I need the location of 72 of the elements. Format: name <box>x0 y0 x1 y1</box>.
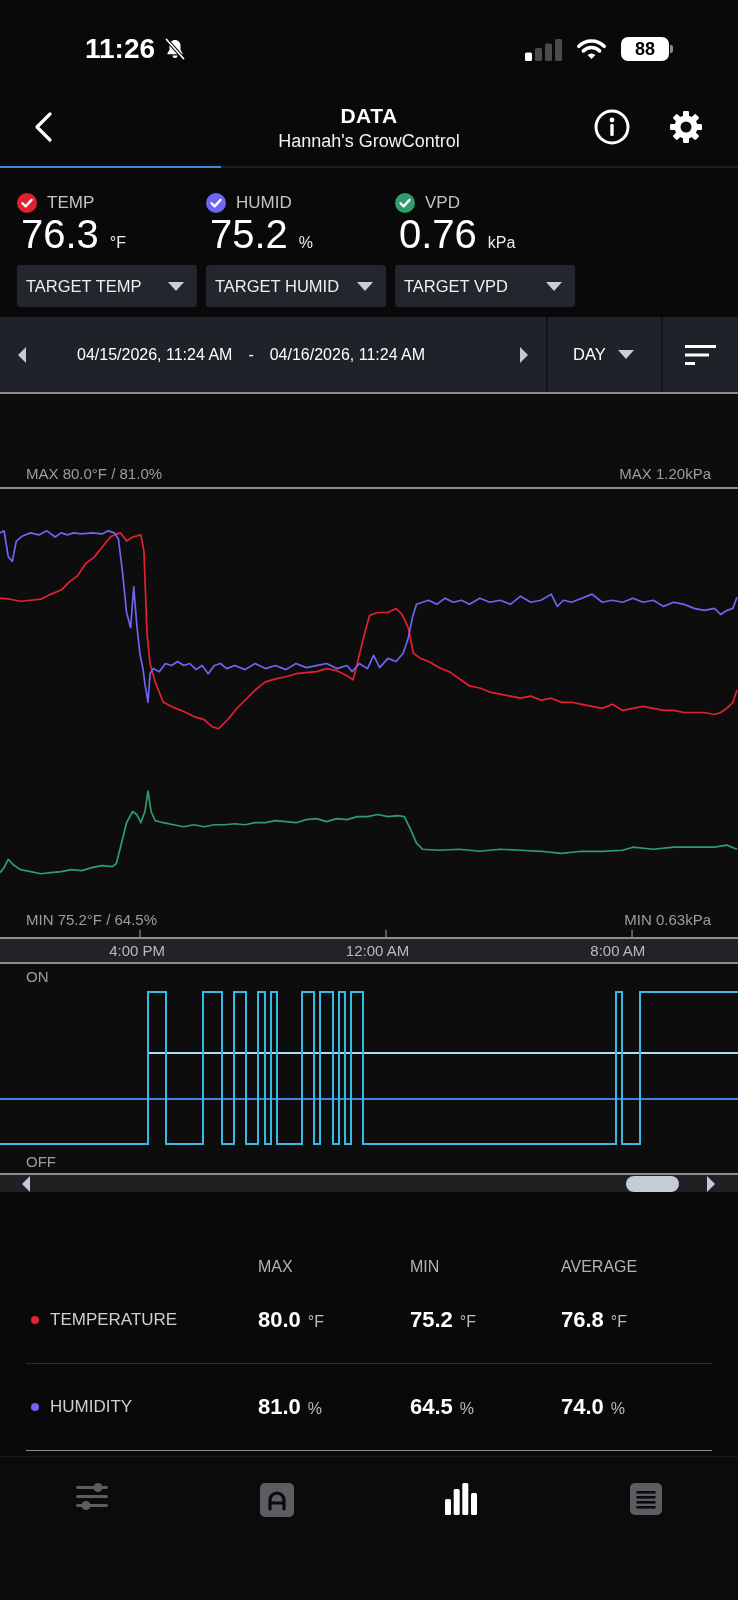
on-label: ON <box>26 968 49 986</box>
target-dropdown[interactable]: TARGET HUMID <box>206 265 386 307</box>
status-time: 11:26 <box>85 33 156 65</box>
stat-value: 80.0 <box>258 1307 301 1333</box>
stat-unit: % <box>610 1400 626 1418</box>
page-title: DATA <box>340 103 398 128</box>
reading-value: 76.3 <box>21 214 99 254</box>
scroll-right-button[interactable] <box>707 1175 715 1192</box>
stat-value: 75.2 <box>410 1307 453 1333</box>
stat-value: 74.0 <box>561 1394 604 1420</box>
time-axis-label: 12:00 AM <box>345 941 410 960</box>
min-label: MIN 75.2°F / 64.5% <box>26 911 158 929</box>
max-label: MAX 80.0°F / 81.0% <box>26 465 163 483</box>
stat-unit: °F <box>459 1313 476 1331</box>
scroll-left-button[interactable] <box>22 1175 30 1192</box>
gear-icon <box>669 110 703 144</box>
caret-icon <box>546 281 562 291</box>
stat-unit: °F <box>307 1313 324 1331</box>
column-header: MAX <box>258 1257 293 1277</box>
list-tile-icon <box>629 1483 662 1515</box>
reading-unit: °F <box>109 234 127 252</box>
sliders-icon <box>76 1483 109 1510</box>
info-button[interactable] <box>594 109 630 145</box>
stat-unit: % <box>307 1400 323 1418</box>
series-checkbox[interactable] <box>17 193 37 213</box>
signal-icon <box>525 37 562 61</box>
range-separator: - <box>248 345 254 364</box>
reading-value: 75.2 <box>210 214 288 254</box>
wifi-icon <box>575 37 608 61</box>
bar-chart-icon <box>445 1483 478 1515</box>
target-dropdown[interactable]: TARGET TEMP <box>17 265 197 307</box>
column-header: MIN <box>410 1257 440 1277</box>
time-axis-label: 4:00 PM <box>109 941 166 960</box>
caret-icon <box>357 281 373 291</box>
info-icon <box>594 109 630 145</box>
battery-indicator: 88 <box>621 37 673 61</box>
settings-button[interactable] <box>669 110 703 144</box>
scrollbar-thumb[interactable] <box>626 1175 679 1192</box>
caret-icon <box>168 281 184 291</box>
arch-tile-icon <box>259 1483 294 1517</box>
device-name: Hannah's GrowControl <box>278 130 460 151</box>
reading-label: VPD <box>425 193 460 213</box>
triangle-left-icon <box>18 346 26 363</box>
range-end-date: 04/16/2026, 11:24 AM <box>269 345 426 364</box>
row-label: TEMPERATURE <box>50 1310 178 1330</box>
column-header: AVERAGE <box>561 1257 638 1277</box>
sort-icon <box>685 344 716 365</box>
stat-unit: °F <box>610 1313 627 1331</box>
time-axis-label: 8:00 AM <box>590 941 646 960</box>
reading-label: HUMID <box>236 193 292 213</box>
triangle-right-icon <box>520 346 528 363</box>
max-label: MAX 1.20kPa <box>619 465 711 483</box>
series-checkbox[interactable] <box>395 193 415 213</box>
reading-value: 0.76 <box>399 214 477 254</box>
period-dropdown[interactable]: DAY <box>546 317 661 392</box>
row-label: HUMIDITY <box>50 1397 133 1417</box>
target-dropdown[interactable]: TARGET VPD <box>395 265 575 307</box>
triangle-right-icon <box>707 1175 715 1192</box>
caret-icon <box>617 350 634 359</box>
muted-bell-icon <box>163 37 188 61</box>
series-checkbox[interactable] <box>206 193 226 213</box>
reading-unit: % <box>298 234 314 252</box>
min-label: MIN 0.63kPa <box>624 911 711 929</box>
stat-value: 81.0 <box>258 1394 301 1420</box>
off-label: OFF <box>26 1153 56 1171</box>
stat-value: 64.5 <box>410 1394 453 1420</box>
reading-label: TEMP <box>47 193 95 213</box>
reading-unit: kPa <box>487 234 516 252</box>
range-start-date: 04/15/2026, 11:24 AM <box>77 345 233 364</box>
stat-unit: % <box>459 1400 475 1418</box>
triangle-left-icon <box>22 1175 30 1192</box>
stat-value: 76.8 <box>561 1307 604 1333</box>
